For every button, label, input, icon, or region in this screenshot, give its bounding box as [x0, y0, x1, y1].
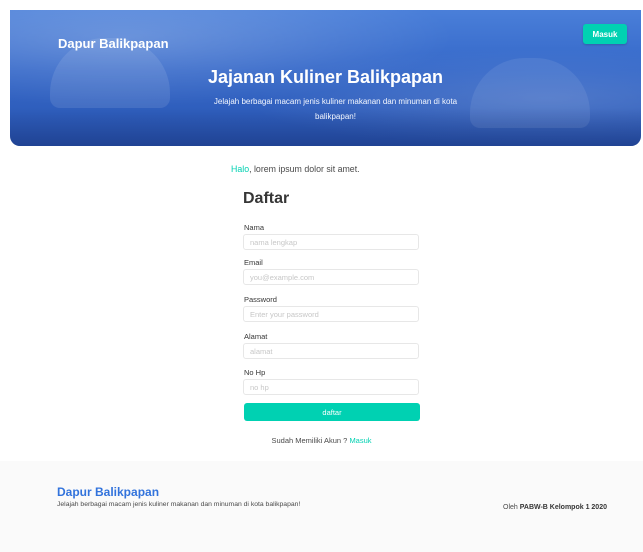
name-input[interactable]: nama lengkap — [243, 234, 419, 250]
phone-input[interactable]: no hp — [243, 379, 419, 395]
login-button[interactable]: Masuk — [583, 24, 627, 44]
name-label: Nama — [244, 223, 265, 232]
address-label: Alamat — [244, 332, 268, 341]
hero-subtitle: Jelajah berbagai macam jenis kuliner mak… — [213, 97, 458, 121]
password-input[interactable]: Enter your password — [243, 306, 419, 322]
register-button[interactable]: daftar — [244, 403, 420, 421]
signin-prompt: Sudah Memiliki Akun ? Masuk — [0, 436, 643, 445]
footer-brand[interactable]: Dapur Balikpapan — [57, 485, 159, 499]
page: Dapur Balikpapan Masuk Jajanan Kuliner B… — [0, 0, 643, 552]
hero-banner: Dapur Balikpapan Masuk Jajanan Kuliner B… — [10, 10, 641, 146]
password-label: Password — [244, 295, 277, 304]
address-input[interactable]: alamat — [243, 343, 419, 359]
footer-subtitle: Jelajah berbagai macam jenis kuliner mak… — [57, 501, 301, 508]
form-title: Daftar — [243, 190, 290, 207]
signin-prompt-text: Sudah Memiliki Akun ? — [271, 436, 350, 445]
footer: Dapur Balikpapan Jelajah berbagai macam … — [0, 461, 643, 552]
footer-credit: Oleh PABW-B Kelompok 1 2020 — [503, 504, 607, 511]
email-label: Email — [244, 258, 263, 267]
phone-label: No Hp — [244, 368, 266, 377]
footer-credit-prefix: Oleh — [503, 504, 520, 511]
greeting-text: , lorem ipsum dolor sit amet. — [249, 164, 360, 174]
greeting: Halo, lorem ipsum dolor sit amet. — [231, 164, 451, 174]
greeting-highlight: Halo — [231, 164, 250, 174]
email-input[interactable]: you@example.com — [243, 269, 419, 285]
signin-link[interactable]: Masuk — [349, 436, 371, 445]
hero-title: Jajanan Kuliner Balikpapan — [207, 67, 444, 87]
footer-credit-team: PABW-B Kelompok 1 2020 — [519, 504, 607, 511]
brand-logo[interactable]: Dapur Balikpapan — [58, 36, 169, 51]
